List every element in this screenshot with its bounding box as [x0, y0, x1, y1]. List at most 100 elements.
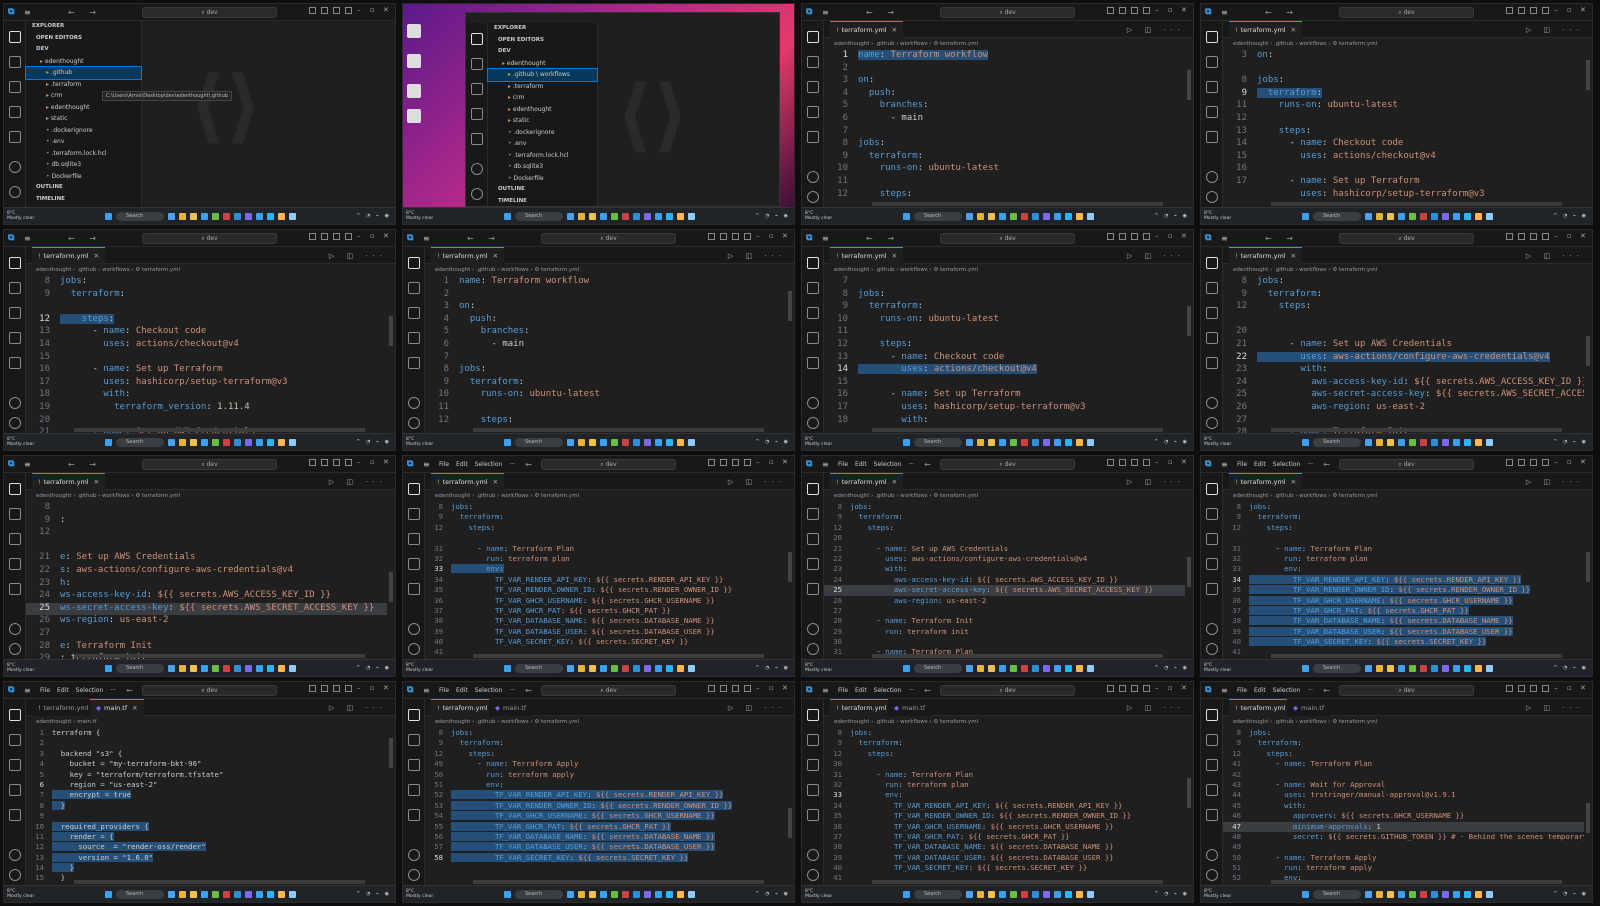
taskbar-app-icon[interactable] — [1475, 664, 1482, 672]
taskbar-app-icon[interactable] — [1010, 664, 1017, 672]
taskbar-app-icon[interactable] — [1065, 438, 1072, 446]
taskbar-app-icon[interactable] — [1453, 212, 1460, 220]
source-control-icon[interactable] — [9, 759, 21, 771]
code-editor[interactable]: 8 jobs: 9 terraform: 12 steps: 31 - name: Te… — [1223, 502, 1584, 659]
explorer-item[interactable]: ▸ static — [488, 115, 597, 127]
code-editor[interactable]: 1 name: Terraform workflow 2 3 on: 4 push: 5 b… — [425, 276, 786, 433]
taskbar-app-icon[interactable] — [1486, 890, 1493, 898]
taskbar-app-icon[interactable] — [633, 438, 640, 446]
layout-customize-icon[interactable] — [345, 7, 352, 14]
taskbar-app-icon[interactable] — [1420, 664, 1427, 672]
explorer-item[interactable]: ▸ .terraform — [488, 81, 597, 93]
taskbar-app-icon[interactable] — [655, 664, 662, 672]
close-icon[interactable]: ✕ — [782, 233, 790, 240]
command-center-search[interactable]: ⌕ dev — [142, 685, 277, 696]
explorer-item[interactable]: ▸ .github \ workflows — [487, 68, 598, 82]
menu-selection[interactable]: Selection — [1273, 461, 1301, 468]
layout-secondary-icon[interactable] — [1530, 685, 1537, 692]
close-icon[interactable]: ✕ — [1181, 7, 1189, 14]
menu-icon[interactable]: ≡ — [1221, 234, 1231, 243]
close-icon[interactable]: ✕ — [383, 685, 391, 692]
layout-secondary-icon[interactable] — [732, 685, 739, 692]
settings-gear-icon[interactable] — [807, 643, 819, 655]
taskbar-app-icon[interactable] — [1365, 664, 1372, 672]
editor-actions[interactable]: ▷ ◫ ··· — [1127, 252, 1185, 260]
horizontal-scrollbar[interactable] — [74, 880, 365, 884]
tab-close-icon[interactable]: ✕ — [493, 478, 498, 486]
taskbar-app-icon[interactable] — [999, 212, 1006, 220]
layout-panel-icon[interactable] — [1518, 459, 1525, 466]
layout-sidebar-icon[interactable] — [309, 7, 316, 14]
editor-actions[interactable]: ▷ ◫ ··· — [329, 704, 387, 712]
layout-panel-icon[interactable] — [321, 7, 328, 14]
taskbar-app-icon[interactable] — [1442, 438, 1449, 446]
menu-more[interactable]: ··· — [908, 687, 914, 694]
layout-panel-icon[interactable] — [321, 459, 328, 466]
taskbar-app-icon[interactable] — [1021, 890, 1028, 898]
minimize-icon[interactable]: – — [357, 685, 365, 692]
extensions-icon[interactable] — [807, 583, 819, 595]
taskbar-search[interactable]: Search — [116, 889, 164, 899]
maximize-icon[interactable]: ▫ — [1567, 233, 1575, 240]
command-center-search[interactable]: ⌕ dev — [142, 459, 277, 470]
explorer-item[interactable]: • .terraform.lock.hcl — [488, 150, 597, 162]
scrollbar-thumb[interactable] — [1586, 60, 1590, 90]
taskbar-app-icon[interactable] — [245, 212, 252, 220]
extensions-icon[interactable] — [9, 357, 21, 369]
weather-widget[interactable]: 8°C Mostly clear — [7, 437, 37, 447]
settings-gear-icon[interactable] — [1206, 643, 1218, 655]
menu-more[interactable]: ··· — [908, 461, 914, 468]
start-menu-icon[interactable] — [504, 438, 511, 446]
menu-edit[interactable]: Edit — [1254, 461, 1266, 468]
horizontal-scrollbar[interactable] — [74, 654, 365, 658]
taskbar-search[interactable]: Search — [116, 437, 164, 447]
layout-panel-icon[interactable] — [1119, 7, 1126, 14]
settings-gear-icon[interactable] — [9, 643, 21, 655]
search-icon[interactable] — [471, 58, 483, 70]
menu-selection[interactable]: Selection — [475, 461, 503, 468]
taskbar-app-icon[interactable] — [1409, 890, 1416, 898]
back-forward-icon[interactable]: ← → — [68, 234, 102, 243]
taskbar-app-icon[interactable] — [212, 438, 219, 446]
taskbar-app-icon[interactable] — [223, 212, 230, 220]
taskbar-app-icon[interactable] — [278, 664, 285, 672]
run-debug-icon[interactable] — [9, 332, 21, 344]
taskbar-search[interactable]: Search — [914, 211, 962, 221]
taskbar-app-icon[interactable] — [1054, 890, 1061, 898]
tab-close-icon[interactable]: ✕ — [132, 704, 137, 712]
taskbar-app-icon[interactable] — [245, 664, 252, 672]
weather-widget[interactable]: 8°C Mostly clear — [406, 889, 436, 899]
taskbar-app-icon[interactable] — [1087, 664, 1094, 672]
scrollbar-thumb[interactable] — [1187, 306, 1191, 336]
taskbar-app-icon[interactable] — [278, 890, 285, 898]
taskbar-app-icon[interactable] — [988, 664, 995, 672]
command-center-search[interactable]: ⌕ dev — [1339, 459, 1474, 470]
search-icon[interactable] — [408, 282, 420, 294]
search-icon[interactable] — [408, 734, 420, 746]
taskbar-app-icon[interactable] — [655, 890, 662, 898]
taskbar-app-icon[interactable] — [223, 664, 230, 672]
taskbar-app-icon[interactable] — [688, 664, 695, 672]
taskbar-app-icon[interactable] — [1043, 438, 1050, 446]
start-menu-icon[interactable] — [504, 890, 511, 898]
run-debug-icon[interactable] — [408, 558, 420, 570]
start-menu-icon[interactable] — [903, 438, 910, 446]
taskbar-app-icon[interactable] — [1464, 664, 1471, 672]
scrollbar[interactable] — [1185, 50, 1193, 207]
scrollbar[interactable] — [1185, 276, 1193, 433]
tab-close-icon[interactable]: ✕ — [1291, 26, 1296, 34]
minimize-icon[interactable]: – — [1155, 685, 1163, 692]
scrollbar-thumb[interactable] — [1586, 336, 1590, 366]
taskbar-app-icon[interactable] — [977, 664, 984, 672]
extensions-icon[interactable] — [9, 583, 21, 595]
taskbar-app-icon[interactable] — [966, 664, 973, 672]
menu-file[interactable]: File — [838, 461, 848, 468]
desktop-shortcut-icon[interactable] — [407, 84, 421, 98]
tab-close-icon[interactable]: ✕ — [892, 252, 897, 260]
layout-panel-icon[interactable] — [1518, 7, 1525, 14]
settings-gear-icon[interactable] — [471, 188, 483, 200]
system-tray[interactable]: ^ ◔ ⌁ ◉ — [356, 439, 391, 445]
menu-more[interactable]: ··· — [509, 461, 515, 468]
menu-icon[interactable]: ≡ — [822, 686, 832, 695]
explorer-item[interactable]: ▸ edenthought — [26, 102, 141, 114]
